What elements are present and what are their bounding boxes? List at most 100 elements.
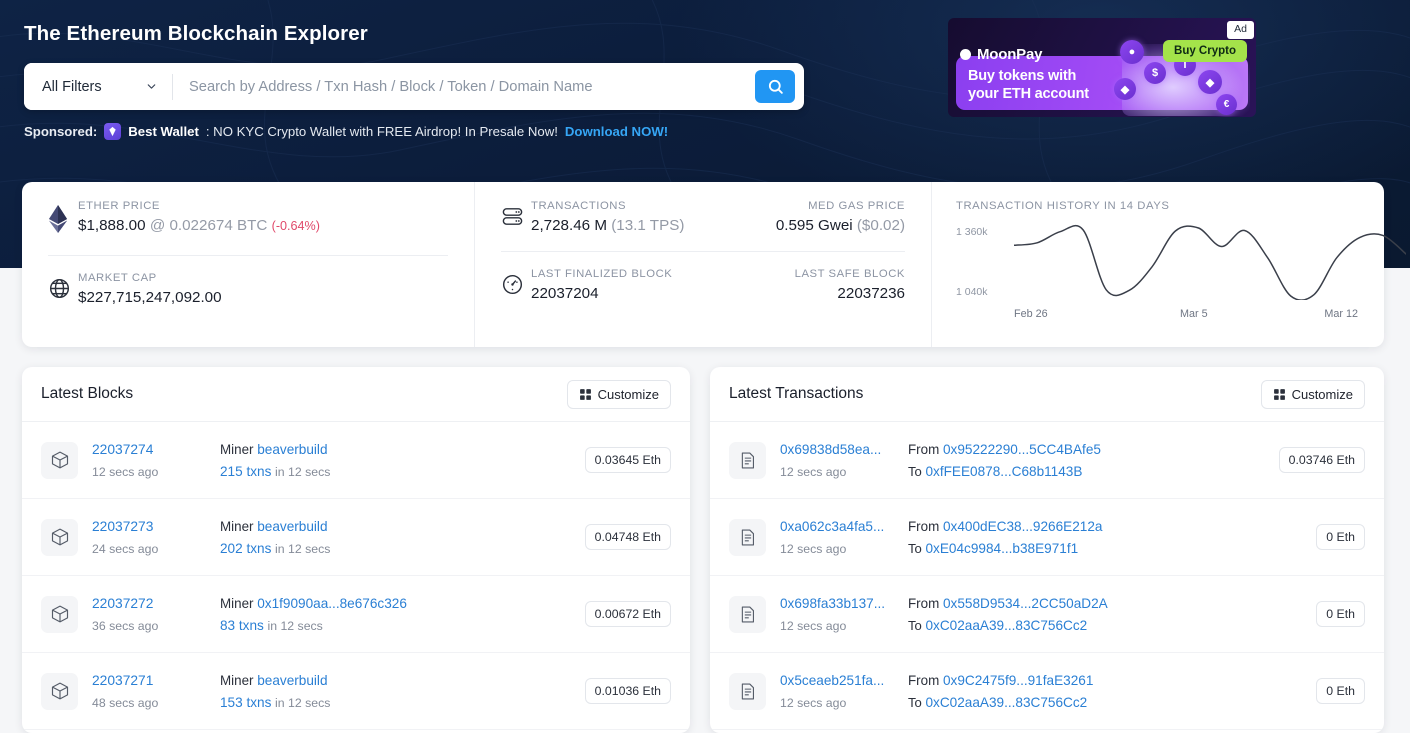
- block-status-stats: LAST FINALIZED BLOCK 22037204 LAST SAFE …: [501, 268, 905, 302]
- block-txns-line: 215 txns in 12 secs: [220, 464, 575, 479]
- transaction-to-line: To 0xfFEE0878...C68b1143B: [908, 464, 1269, 479]
- block-txns-link[interactable]: 215 txns: [220, 464, 271, 479]
- transaction-hash-link[interactable]: 0xa062c3a4fa5...: [780, 519, 884, 534]
- block-duration: in 12 secs: [275, 541, 331, 556]
- from-address-link[interactable]: 0x9C2475f9...91faE3261: [943, 673, 1093, 688]
- table-row: 22037274 12 secs ago Miner beaverbuild 215 …: [22, 422, 690, 499]
- transaction-hash-link[interactable]: 0x69838d58ea...: [780, 442, 881, 457]
- transaction-history-chart[interactable]: 1 360k 1 040k Feb 26 Mar 5 Mar 12: [956, 224, 1406, 320]
- block-reward-badge: 0.03645 Eth: [584, 447, 671, 473]
- chart-xtick-2: Mar 5: [1180, 308, 1208, 320]
- miner-label: Miner: [220, 595, 254, 611]
- transactions-customize-button[interactable]: Customize: [1260, 379, 1365, 409]
- block-identity: 22037273 24 secs ago: [92, 518, 220, 556]
- transactions-count: 2,728.46 M: [531, 217, 607, 234]
- block-reward-cell: 0.01036 Eth: [584, 678, 671, 704]
- transaction-value-cell: 0 Eth: [1316, 524, 1365, 550]
- block-txns-link[interactable]: 153 txns: [220, 695, 271, 710]
- last-finalized-block-label: LAST FINALIZED BLOCK: [531, 268, 673, 280]
- ad-headline: Buy tokens with your ETH account: [968, 68, 1089, 103]
- block-txns-link[interactable]: 83 txns: [220, 618, 264, 633]
- block-number-link[interactable]: 22037271: [92, 673, 153, 688]
- blocks-customize-button[interactable]: Customize: [566, 379, 671, 409]
- transaction-value-badge: 0 Eth: [1316, 601, 1365, 627]
- transaction-hash-link[interactable]: 0x698fa33b137...: [780, 596, 885, 611]
- table-row: 0x698fa33b137... 12 secs ago From 0x558D95…: [710, 576, 1384, 653]
- cube-icon: [51, 451, 68, 469]
- search-input[interactable]: [173, 63, 755, 110]
- transaction-from-line: From 0x558D9534...2CC50aD2A: [908, 596, 1306, 611]
- chart-ytick-max: 1 360k: [956, 226, 988, 238]
- table-row: 22037273 24 secs ago Miner beaverbuild 202 …: [22, 499, 690, 576]
- transaction-age: 12 secs ago: [780, 619, 847, 633]
- latest-transactions-header: Latest Transactions Customize: [710, 367, 1384, 422]
- med-gas-price-label: MED GAS PRICE: [808, 200, 905, 212]
- best-wallet-icon: [104, 123, 122, 140]
- to-address-link[interactable]: 0xfFEE0878...C68b1143B: [925, 464, 1082, 479]
- table-row: 22037272 36 secs ago Miner 0x1f9090aa...8e…: [22, 576, 690, 653]
- from-address-link[interactable]: 0x95222290...5CC4BAfe5: [943, 442, 1101, 457]
- ad-banner[interactable]: ● $ T ◆ € ◆ MoonPay Buy tokens with your…: [948, 18, 1256, 117]
- sponsored-download-link[interactable]: Download NOW!: [565, 124, 668, 139]
- transaction-details: From 0x400dEC38...9266E212a To 0xE04c9984…: [908, 519, 1306, 556]
- block-duration: in 12 secs: [275, 464, 331, 479]
- sponsored-label: Sponsored:: [24, 124, 98, 139]
- block-number-link[interactable]: 22037273: [92, 519, 153, 534]
- moonpay-logo-dot: [960, 49, 971, 60]
- transaction-hash-link[interactable]: 0x5ceaeb251fa...: [780, 673, 884, 688]
- block-reward-badge: 0.00672 Eth: [584, 601, 671, 627]
- stats-column-network: TRANSACTIONS 2,728.46 M (13.1 TPS) MED G…: [474, 182, 932, 347]
- table-row: 0x69838d58ea... 12 secs ago From 0x9522229…: [710, 422, 1384, 499]
- latest-transactions-panel: Latest Transactions Customize 0x69838d58…: [710, 367, 1384, 733]
- ad-coin-icon: $: [1144, 62, 1166, 84]
- search-icon: [768, 79, 783, 94]
- med-gas-price-usd: ($0.02): [856, 217, 905, 234]
- to-address-link[interactable]: 0xC02aaA39...83C756Cc2: [925, 618, 1087, 633]
- latest-blocks-title: Latest Blocks: [41, 385, 134, 402]
- from-address-link[interactable]: 0x558D9534...2CC50aD2A: [943, 596, 1108, 611]
- grid-icon: [1273, 388, 1285, 400]
- to-label: To: [908, 463, 922, 479]
- block-miner-line: Miner 0x1f9090aa...8e676c326: [220, 596, 575, 611]
- miner-link[interactable]: 0x1f9090aa...8e676c326: [257, 596, 407, 611]
- to-address-link[interactable]: 0xE04c9984...b38E971f1: [925, 541, 1078, 556]
- block-txns-link[interactable]: 202 txns: [220, 541, 271, 556]
- block-identity: 22037274 12 secs ago: [92, 441, 220, 479]
- ad-buy-crypto-button[interactable]: Buy Crypto: [1163, 40, 1247, 62]
- transaction-to-line: To 0xE04c9984...b38E971f1: [908, 541, 1306, 556]
- latest-transactions-list: 0x69838d58ea... 12 secs ago From 0x9522229…: [710, 422, 1384, 730]
- from-address-link[interactable]: 0x400dEC38...9266E212a: [943, 519, 1102, 534]
- block-miner-line: Miner beaverbuild: [220, 519, 575, 534]
- to-label: To: [908, 540, 922, 556]
- transaction-age: 12 secs ago: [780, 542, 847, 556]
- transaction-details: From 0x95222290...5CC4BAfe5 To 0xfFEE0878…: [908, 442, 1269, 479]
- block-reward-cell: 0.03645 Eth: [584, 447, 671, 473]
- moonpay-logo: MoonPay: [960, 46, 1042, 63]
- search-button[interactable]: [755, 70, 795, 103]
- block-duration: in 12 secs: [267, 618, 323, 633]
- transactions-customize-label: Customize: [1291, 386, 1353, 402]
- transactions-tps: (13.1 TPS): [611, 217, 685, 234]
- transaction-identity: 0xa062c3a4fa5... 12 secs ago: [780, 518, 908, 556]
- miner-link[interactable]: beaverbuild: [257, 519, 327, 534]
- ether-price-value: $1,888.00 @ 0.022674 BTC (-0.64%): [78, 217, 448, 234]
- ether-price-change: (-0.64%): [271, 219, 320, 233]
- miner-label: Miner: [220, 518, 254, 534]
- transaction-from-line: From 0x95222290...5CC4BAfe5: [908, 442, 1269, 457]
- ad-coin-icon: ●: [1120, 40, 1144, 64]
- divider: [501, 251, 905, 252]
- sponsored-text: : NO KYC Crypto Wallet with FREE Airdrop…: [205, 124, 558, 139]
- block-number-link[interactable]: 22037274: [92, 442, 153, 457]
- block-miner-line: Miner beaverbuild: [220, 442, 575, 457]
- ad-label: Ad: [1227, 21, 1254, 39]
- chevron-down-icon: [147, 84, 156, 89]
- block-txns-line: 202 txns in 12 secs: [220, 541, 575, 556]
- sponsored-advertiser[interactable]: Best Wallet: [128, 124, 199, 139]
- miner-link[interactable]: beaverbuild: [257, 442, 327, 457]
- to-address-link[interactable]: 0xC02aaA39...83C756Cc2: [925, 695, 1087, 710]
- filter-dropdown[interactable]: All Filters: [24, 63, 172, 110]
- block-number-link[interactable]: 22037272: [92, 596, 153, 611]
- miner-link[interactable]: beaverbuild: [257, 673, 327, 688]
- table-row: 0xa062c3a4fa5... 12 secs ago From 0x400dEC…: [710, 499, 1384, 576]
- transaction-to-line: To 0xC02aaA39...83C756Cc2: [908, 618, 1306, 633]
